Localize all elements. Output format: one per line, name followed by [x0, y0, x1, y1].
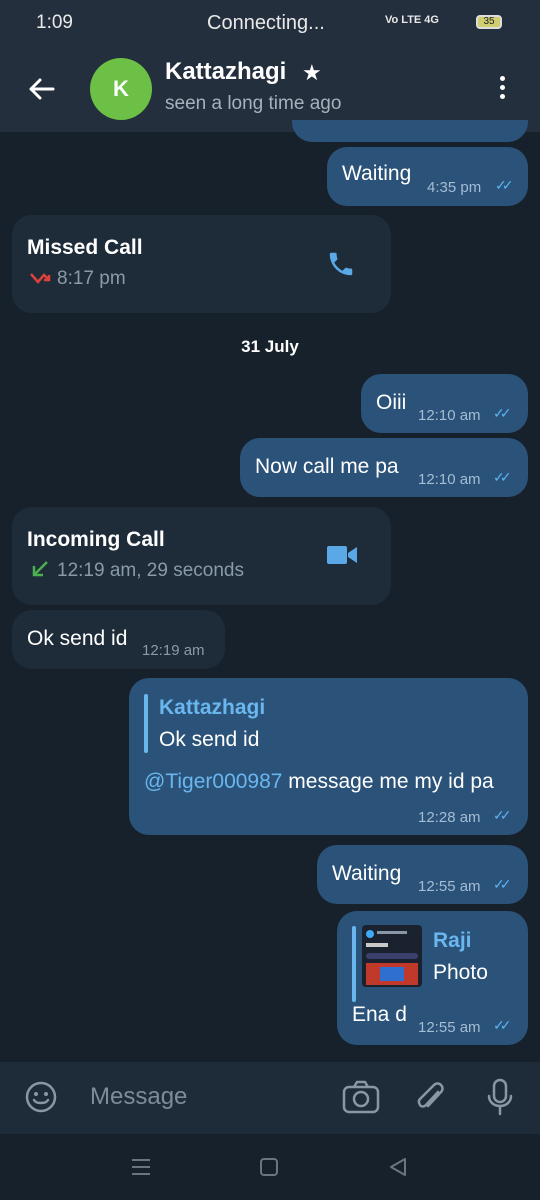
message-bubble-out[interactable]: Now call me pa 12:10 am ✓✓ [240, 438, 528, 497]
message-text: @Tiger000987 message me my id pa [144, 770, 494, 794]
message-bubble-out[interactable]: Oiii 12:10 am ✓✓ [361, 374, 528, 433]
call-message[interactable]: Missed Call 8:17 pm [12, 215, 391, 313]
message-text: Now call me pa [255, 455, 399, 478]
reply-bar [352, 926, 356, 1002]
call-message[interactable]: Incoming Call 12:19 am, 29 seconds [12, 507, 391, 605]
call-title: Missed Call [27, 236, 143, 259]
back-arrow-icon[interactable] [26, 74, 56, 104]
message-time: 12:10 am [418, 407, 481, 424]
avatar[interactable]: K [90, 58, 152, 120]
call-title: Incoming Call [27, 528, 165, 551]
status-time: 1:09 [36, 12, 73, 33]
message-bubble-partial [292, 120, 528, 142]
message-bubble-in[interactable]: Ok send id 12:19 am [12, 610, 225, 669]
message-bubble-out[interactable]: Kattazhagi Ok send id @Tiger000987 messa… [129, 678, 528, 835]
mic-icon[interactable] [486, 1078, 514, 1121]
star-icon: ★ [302, 60, 322, 85]
video-icon[interactable] [326, 543, 358, 572]
back-nav-icon[interactable] [389, 1157, 407, 1182]
reply-photo-thumbnail[interactable] [362, 925, 422, 987]
read-ticks-icon: ✓✓ [493, 405, 512, 421]
message-bubble-out[interactable]: Raji Photo Ena d 12:55 am ✓✓ [337, 911, 528, 1045]
message-time: 12:55 am [418, 878, 481, 895]
read-ticks-icon: ✓✓ [493, 807, 512, 823]
network-indicator: Vo LTE 4G [385, 14, 439, 26]
mention-link[interactable]: @Tiger000987 [144, 770, 282, 793]
reply-name: Raji [433, 929, 472, 952]
message-text: Oiii [376, 391, 407, 414]
missed-call-icon [29, 271, 51, 292]
emoji-icon[interactable] [24, 1080, 58, 1119]
message-text: Waiting [342, 162, 412, 185]
message-text: Ena d [352, 1003, 407, 1026]
message-text: Ok send id [27, 627, 128, 650]
message-input[interactable]: Message [90, 1083, 187, 1111]
reply-bar [144, 694, 148, 753]
message-time: 12:28 am [418, 809, 481, 826]
message-text: Waiting [332, 862, 402, 885]
reply-text: Photo [433, 961, 488, 984]
message-time: 12:55 am [418, 1019, 481, 1036]
connecting-status: Connecting... [207, 12, 325, 34]
attach-icon[interactable] [414, 1078, 446, 1121]
more-vert-icon[interactable] [496, 76, 508, 106]
read-ticks-icon: ✓✓ [493, 1017, 512, 1033]
recents-icon[interactable] [131, 1158, 151, 1181]
phone-icon[interactable] [326, 249, 356, 284]
camera-icon[interactable] [342, 1080, 380, 1119]
contact-name[interactable]: Kattazhagi [165, 58, 286, 86]
call-time: 8:17 pm [57, 268, 126, 289]
read-ticks-icon: ✓✓ [493, 876, 512, 892]
reply-text: Ok send id [159, 728, 260, 751]
message-bubble-out[interactable]: Waiting 4:35 pm ✓✓ [327, 147, 528, 206]
date-separator: 31 July [241, 337, 299, 356]
message-time: 12:10 am [418, 471, 481, 488]
message-time: 4:35 pm [427, 179, 482, 196]
message-body: message me my id pa [282, 770, 494, 793]
reply-name: Kattazhagi [159, 696, 266, 719]
message-time: 12:19 am [142, 642, 205, 659]
message-bubble-out[interactable]: Waiting 12:55 am ✓✓ [317, 845, 528, 904]
call-time: 12:19 am, 29 seconds [57, 560, 244, 581]
battery-indicator: 35 [476, 15, 502, 29]
home-icon[interactable] [260, 1158, 278, 1181]
read-ticks-icon: ✓✓ [493, 469, 512, 485]
incoming-call-icon [30, 559, 50, 584]
message-input-bar [0, 1062, 540, 1134]
read-ticks-icon: ✓✓ [495, 177, 514, 193]
last-seen-status: seen a long time ago [165, 93, 342, 114]
